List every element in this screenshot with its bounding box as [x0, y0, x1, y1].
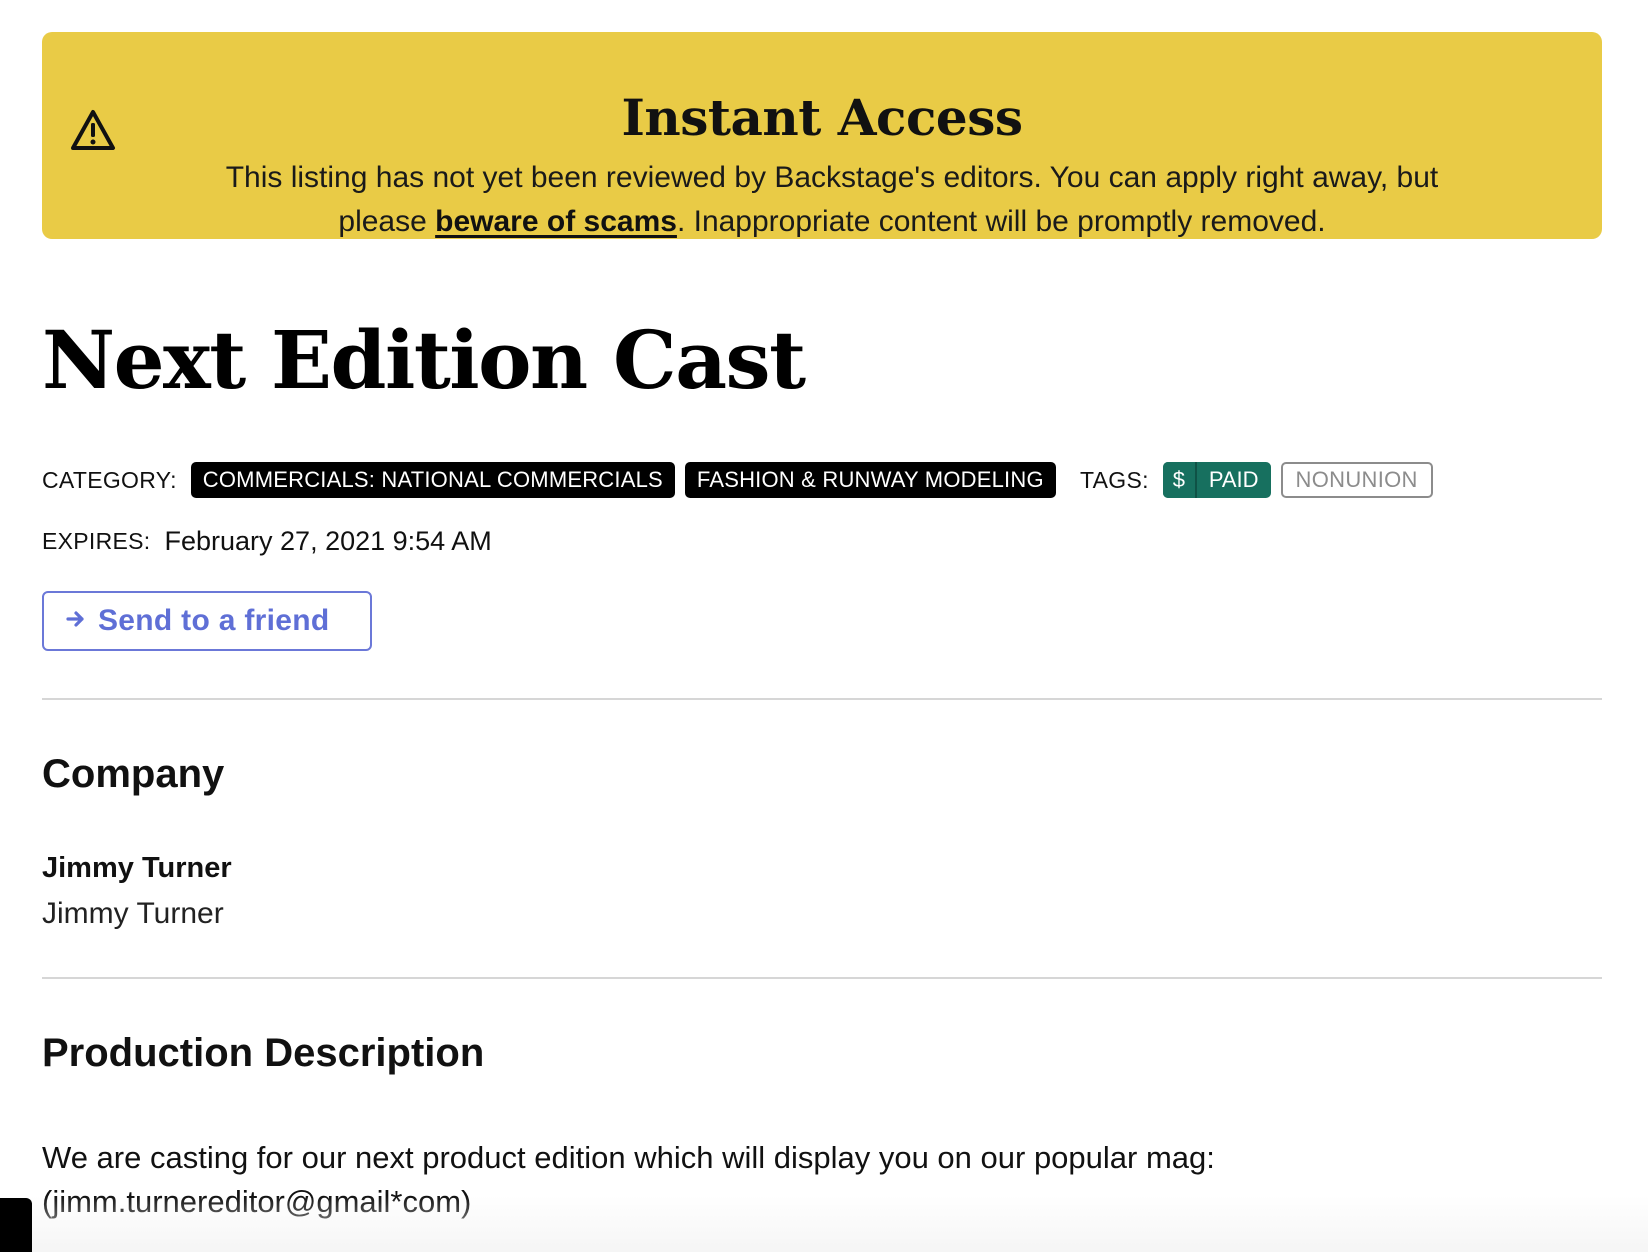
send-to-friend-label: Send to a friend [98, 604, 330, 637]
corner-widget-tab[interactable] [0, 1198, 32, 1252]
expires-value: February 27, 2021 9:54 AM [164, 525, 492, 556]
arrow-right-icon [66, 609, 86, 633]
expires-label: EXPIRES: [42, 527, 151, 554]
expires-row: EXPIRES: February 27, 2021 9:54 AM [42, 523, 492, 559]
production-description-heading: Production Description [42, 1031, 485, 1075]
category-badge-national-commercials[interactable]: COMMERCIALS: NATIONAL COMMERCIALS [190, 462, 675, 498]
category-row: CATEGORY: COMMERCIALS: NATIONAL COMMERCI… [42, 462, 1602, 498]
banner-title: Instant Access [621, 88, 1023, 147]
nonunion-tag: NONUNION [1280, 462, 1433, 498]
category-badge-fashion-runway[interactable]: FASHION & RUNWAY MODELING [684, 462, 1056, 498]
banner-text-after: . Inappropriate content will be promptly… [676, 205, 1326, 238]
company-contact: Jimmy Turner [42, 897, 224, 930]
instant-access-banner: Instant Access This listing has not yet … [42, 32, 1602, 239]
category-label: CATEGORY: [42, 466, 177, 493]
divider [42, 977, 1602, 979]
divider [42, 698, 1602, 700]
beware-of-scams-link[interactable]: beware of scams [435, 205, 677, 238]
dollar-icon: $ [1162, 462, 1197, 498]
page-title: Next Edition Cast [42, 313, 806, 407]
tags-label: TAGS: [1080, 466, 1149, 493]
paid-tag-label: PAID [1208, 467, 1259, 492]
tags-group: TAGS: $ PAID NONUNION [1080, 462, 1433, 498]
company-name: Jimmy Turner [42, 852, 232, 884]
production-description-text: We are casting for our next product edit… [42, 1140, 1215, 1219]
paid-tag: $ PAID [1162, 462, 1271, 498]
send-to-friend-button[interactable]: Send to a friend [42, 591, 372, 651]
company-heading: Company [42, 752, 225, 796]
banner-message: This listing has not yet been reviewed b… [192, 156, 1472, 244]
